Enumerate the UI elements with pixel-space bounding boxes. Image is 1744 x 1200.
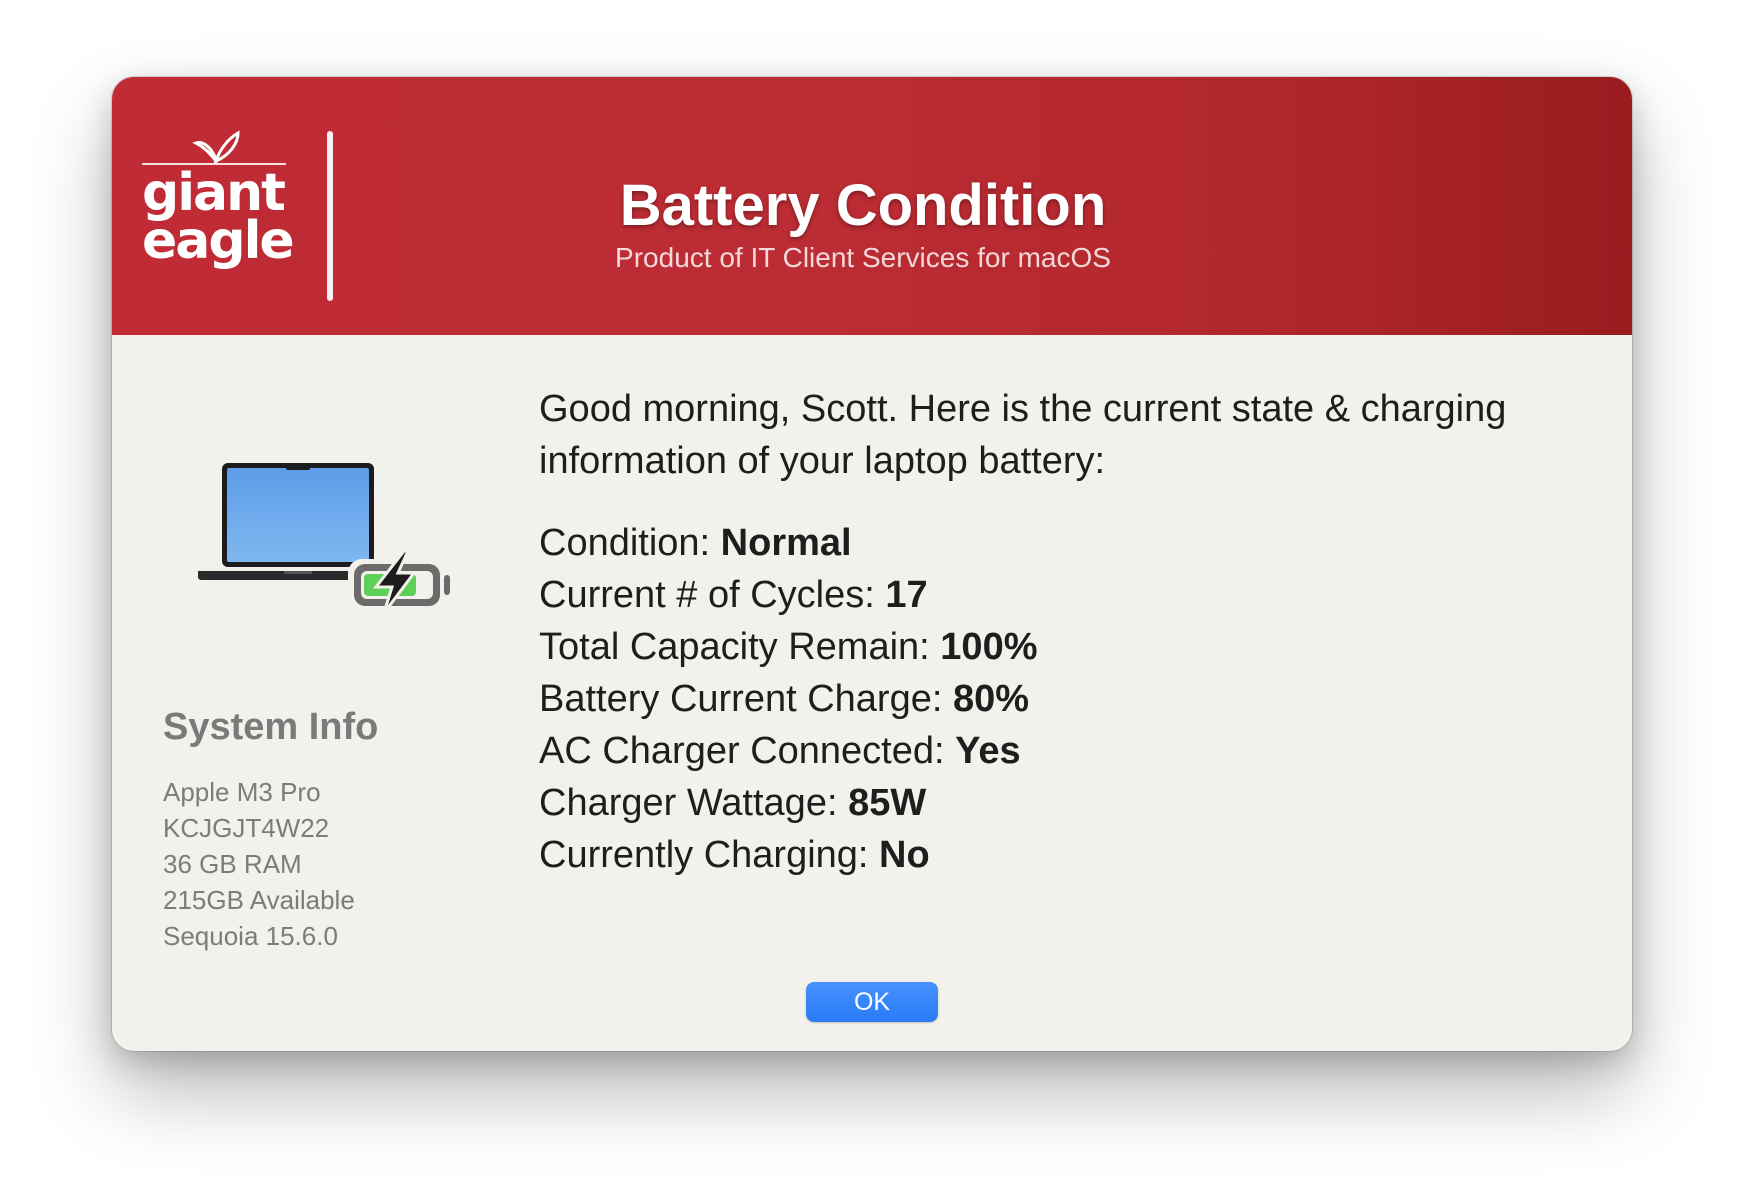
detail-label: Charger Wattage: xyxy=(539,782,849,824)
detail-value: Yes xyxy=(955,730,1021,772)
detail-wattage: Charger Wattage: 85W xyxy=(539,777,1038,829)
dialog-title: Battery Condition xyxy=(619,173,1107,238)
system-info-ram: 36 GB RAM xyxy=(163,849,302,879)
detail-label: Currently Charging: xyxy=(539,834,880,876)
dialog-subtitle: Product of IT Client Services for macOS xyxy=(615,242,1111,273)
detail-value: No xyxy=(879,834,930,876)
system-info-storage: 215GB Available xyxy=(163,885,355,915)
system-info-os: Sequoia 15.6.0 xyxy=(163,921,338,951)
leaf-icon xyxy=(192,130,240,163)
detail-value: 80% xyxy=(952,678,1030,720)
system-info-heading: System Info xyxy=(163,706,379,748)
system-info-list: Apple M3 Pro KCJGJT4W22 36 GB RAM 215GB … xyxy=(163,774,355,954)
detail-value: Normal xyxy=(720,522,852,564)
detail-ac-connected: AC Charger Connected: Yes xyxy=(539,725,1038,777)
detail-label: Battery Current Charge: xyxy=(539,678,953,720)
giant-eagle-logo: giant eagle xyxy=(142,129,295,289)
laptop-charging-icon xyxy=(198,463,450,613)
system-info-serial: KCJGJT4W22 xyxy=(163,813,330,843)
detail-label: AC Charger Connected: xyxy=(539,730,956,772)
detail-value: 100% xyxy=(940,626,1038,668)
header-banner: giant eagle Battery Condition Product of… xyxy=(112,77,1632,335)
detail-value: 17 xyxy=(885,574,928,616)
detail-label: Total Capacity Remain: xyxy=(539,626,941,668)
battery-condition-dialog: giant eagle Battery Condition Product of… xyxy=(112,77,1632,1051)
ok-button[interactable]: OK xyxy=(806,982,938,1022)
detail-label: Condition: xyxy=(539,522,721,564)
system-info-chip: Apple M3 Pro xyxy=(163,777,321,807)
detail-value: 85W xyxy=(848,782,927,824)
detail-charging: Currently Charging: No xyxy=(539,829,1038,881)
logo-word-eagle: eagle xyxy=(142,211,295,271)
detail-cycles: Current # of Cycles: 17 xyxy=(539,569,1038,621)
header-divider xyxy=(327,131,333,301)
detail-label: Current # of Cycles: xyxy=(539,574,886,616)
battery-details-list: Condition: Normal Current # of Cycles: 1… xyxy=(539,517,1038,881)
greeting-message: Good morning, Scott. Here is the current… xyxy=(539,388,1507,482)
detail-charge: Battery Current Charge: 80% xyxy=(539,673,1038,725)
detail-condition: Condition: Normal xyxy=(539,517,1038,569)
detail-capacity: Total Capacity Remain: 100% xyxy=(539,621,1038,673)
